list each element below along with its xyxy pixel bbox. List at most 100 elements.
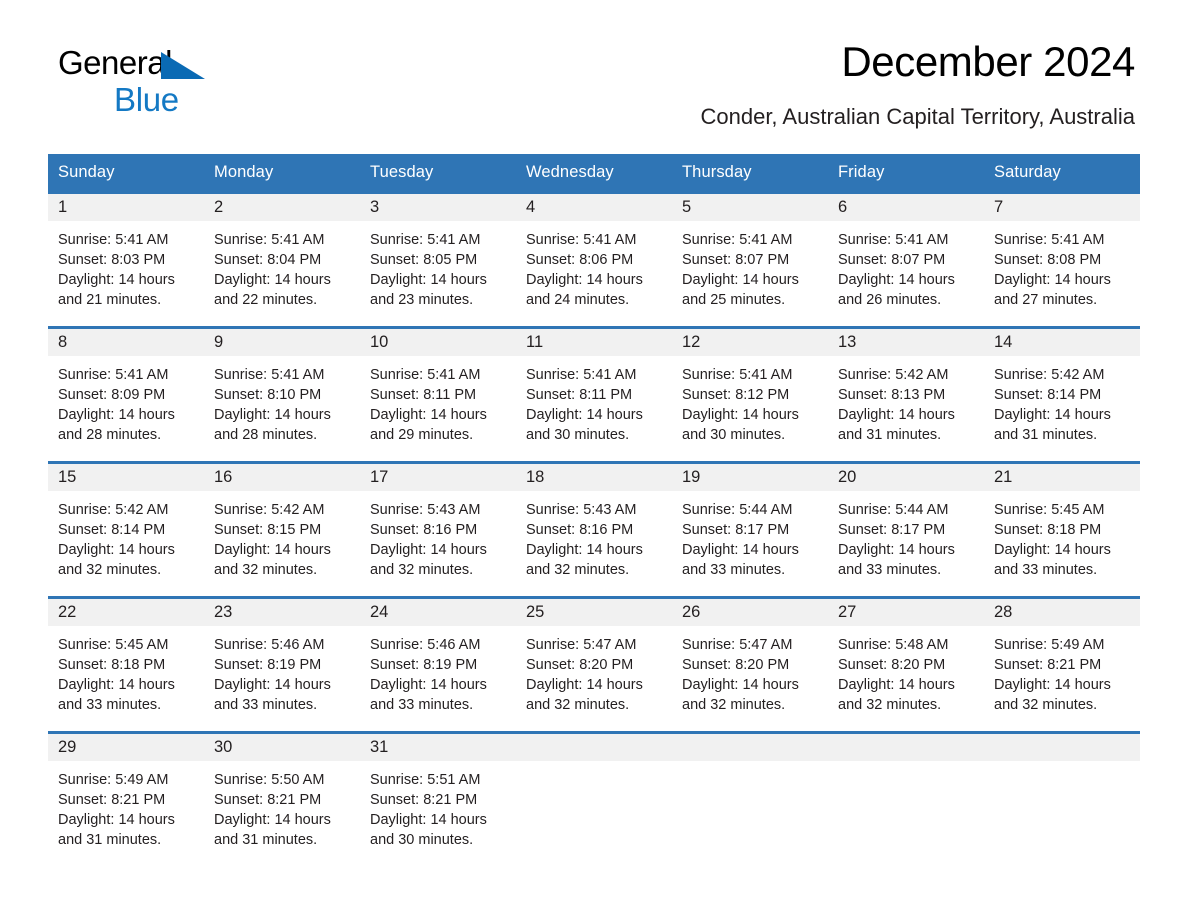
calendar-table: Sunday Monday Tuesday Wednesday Thursday… <box>48 154 1140 866</box>
day-number: 6 <box>828 194 984 221</box>
day-details: Sunrise: 5:41 AM Sunset: 8:07 PM Daylight:… <box>672 221 828 310</box>
sunrise-text: Sunrise: 5:41 AM <box>682 367 793 383</box>
daylight-text-line-2: and 24 minutes. <box>526 292 630 308</box>
sunset-text: Sunset: 8:11 PM <box>370 387 477 403</box>
daylight-text-line-1: Daylight: 14 hours <box>838 677 955 693</box>
daylight-text-line-2: and 32 minutes. <box>526 697 630 713</box>
sunset-text: Sunset: 8:11 PM <box>526 387 633 403</box>
calendar-day-cell[interactable]: 13 Sunrise: 5:42 AM Sunset: 8:13 PM Dayligh… <box>828 329 984 461</box>
calendar-day-cell[interactable]: 17 Sunrise: 5:43 AM Sunset: 8:16 PM Dayligh… <box>360 464 516 596</box>
sunrise-text: Sunrise: 5:47 AM <box>526 637 637 653</box>
calendar-page: General Blue December 2024 Conder, Austr… <box>0 0 1188 918</box>
daylight-text-line-2: and 29 minutes. <box>370 427 474 443</box>
calendar-day-cell[interactable]: 5 Sunrise: 5:41 AM Sunset: 8:07 PM Daylight… <box>672 194 828 326</box>
calendar-day-cell[interactable]: 1 Sunrise: 5:41 AM Sunset: 8:03 PM Daylight… <box>48 194 204 326</box>
day-number: 14 <box>984 329 1140 356</box>
calendar-day-cell[interactable]: 12 Sunrise: 5:41 AM Sunset: 8:12 PM Dayligh… <box>672 329 828 461</box>
daylight-text-line-1: Daylight: 14 hours <box>58 272 175 288</box>
sunset-text: Sunset: 8:08 PM <box>994 252 1102 268</box>
sunset-text: Sunset: 8:14 PM <box>994 387 1102 403</box>
daylight-text-line-1: Daylight: 14 hours <box>58 812 175 828</box>
calendar-day-cell[interactable]: 21 Sunrise: 5:45 AM Sunset: 8:18 PM Dayligh… <box>984 464 1140 596</box>
daylight-text-line-1: Daylight: 14 hours <box>526 272 643 288</box>
sunrise-text: Sunrise: 5:41 AM <box>526 232 637 248</box>
calendar-day-cell[interactable]: 26 Sunrise: 5:47 AM Sunset: 8:20 PM Dayligh… <box>672 599 828 731</box>
day-details: Sunrise: 5:45 AM Sunset: 8:18 PM Daylight:… <box>48 626 204 715</box>
daylight-text-line-1: Daylight: 14 hours <box>994 677 1111 693</box>
daylight-text-line-2: and 33 minutes. <box>370 697 474 713</box>
page-header: General Blue December 2024 Conder, Austr… <box>48 0 1140 129</box>
calendar-day-cell[interactable]: 30 Sunrise: 5:50 AM Sunset: 8:21 PM Dayligh… <box>204 734 360 866</box>
calendar-day-cell-empty <box>984 734 1140 866</box>
calendar-day-cell[interactable]: 11 Sunrise: 5:41 AM Sunset: 8:11 PM Dayligh… <box>516 329 672 461</box>
calendar-day-cell[interactable]: 7 Sunrise: 5:41 AM Sunset: 8:08 PM Daylight… <box>984 194 1140 326</box>
day-number: 19 <box>672 464 828 491</box>
calendar-day-cell[interactable]: 24 Sunrise: 5:46 AM Sunset: 8:19 PM Dayligh… <box>360 599 516 731</box>
calendar-week-row: 22 Sunrise: 5:45 AM Sunset: 8:18 PM Dayligh… <box>48 599 1140 731</box>
calendar-day-cell[interactable]: 27 Sunrise: 5:48 AM Sunset: 8:20 PM Dayligh… <box>828 599 984 731</box>
sunset-text: Sunset: 8:18 PM <box>58 657 166 673</box>
daylight-text-line-1: Daylight: 14 hours <box>682 272 799 288</box>
sunset-text: Sunset: 8:19 PM <box>370 657 478 673</box>
calendar-day-cell[interactable]: 19 Sunrise: 5:44 AM Sunset: 8:17 PM Dayligh… <box>672 464 828 596</box>
sunrise-text: Sunrise: 5:43 AM <box>526 502 637 518</box>
calendar-day-cell[interactable]: 8 Sunrise: 5:41 AM Sunset: 8:09 PM Daylight… <box>48 329 204 461</box>
calendar-day-cell[interactable]: 28 Sunrise: 5:49 AM Sunset: 8:21 PM Dayligh… <box>984 599 1140 731</box>
day-details: Sunrise: 5:49 AM Sunset: 8:21 PM Daylight:… <box>984 626 1140 715</box>
calendar-day-cell[interactable]: 15 Sunrise: 5:42 AM Sunset: 8:14 PM Dayligh… <box>48 464 204 596</box>
calendar-day-cell[interactable]: 6 Sunrise: 5:41 AM Sunset: 8:07 PM Daylight… <box>828 194 984 326</box>
day-number: 5 <box>672 194 828 221</box>
daylight-text-line-2: and 30 minutes. <box>526 427 630 443</box>
calendar-day-cell[interactable]: 25 Sunrise: 5:47 AM Sunset: 8:20 PM Dayligh… <box>516 599 672 731</box>
calendar-week-row: 8 Sunrise: 5:41 AM Sunset: 8:09 PM Daylight… <box>48 329 1140 461</box>
day-number: 11 <box>516 329 672 356</box>
general-blue-logo: General Blue <box>58 44 205 118</box>
calendar-day-cell[interactable]: 29 Sunrise: 5:49 AM Sunset: 8:21 PM Dayligh… <box>48 734 204 866</box>
day-number: 12 <box>672 329 828 356</box>
day-number: 23 <box>204 599 360 626</box>
logo-text-blue: Blue <box>114 81 179 118</box>
day-details: Sunrise: 5:48 AM Sunset: 8:20 PM Daylight:… <box>828 626 984 715</box>
sunset-text: Sunset: 8:16 PM <box>370 522 478 538</box>
calendar-day-cell[interactable]: 14 Sunrise: 5:42 AM Sunset: 8:14 PM Dayligh… <box>984 329 1140 461</box>
daylight-text-line-1: Daylight: 14 hours <box>994 407 1111 423</box>
daylight-text-line-1: Daylight: 14 hours <box>526 677 643 693</box>
day-details: Sunrise: 5:44 AM Sunset: 8:17 PM Daylight:… <box>672 491 828 580</box>
day-details: Sunrise: 5:44 AM Sunset: 8:17 PM Daylight:… <box>828 491 984 580</box>
calendar-day-cell[interactable]: 22 Sunrise: 5:45 AM Sunset: 8:18 PM Dayligh… <box>48 599 204 731</box>
calendar-day-cell[interactable]: 31 Sunrise: 5:51 AM Sunset: 8:21 PM Dayligh… <box>360 734 516 866</box>
calendar-day-cell[interactable]: 18 Sunrise: 5:43 AM Sunset: 8:16 PM Dayligh… <box>516 464 672 596</box>
calendar-day-cell[interactable]: 20 Sunrise: 5:44 AM Sunset: 8:17 PM Dayligh… <box>828 464 984 596</box>
weekday-header-monday: Monday <box>204 154 360 191</box>
daylight-text-line-1: Daylight: 14 hours <box>838 407 955 423</box>
page-subtitle: Conder, Australian Capital Territory, Au… <box>700 104 1135 129</box>
calendar-day-cell[interactable]: 3 Sunrise: 5:41 AM Sunset: 8:05 PM Daylight… <box>360 194 516 326</box>
day-number: 4 <box>516 194 672 221</box>
daylight-text-line-1: Daylight: 14 hours <box>370 812 487 828</box>
sunrise-text: Sunrise: 5:41 AM <box>838 232 949 248</box>
sunrise-text: Sunrise: 5:42 AM <box>214 502 325 518</box>
daylight-text-line-1: Daylight: 14 hours <box>58 407 175 423</box>
daylight-text-line-1: Daylight: 14 hours <box>994 272 1111 288</box>
sunset-text: Sunset: 8:10 PM <box>214 387 322 403</box>
day-number: 20 <box>828 464 984 491</box>
calendar-day-cell[interactable]: 23 Sunrise: 5:46 AM Sunset: 8:19 PM Dayligh… <box>204 599 360 731</box>
calendar-day-cell[interactable]: 9 Sunrise: 5:41 AM Sunset: 8:10 PM Daylight… <box>204 329 360 461</box>
sunset-text: Sunset: 8:20 PM <box>838 657 946 673</box>
daylight-text-line-1: Daylight: 14 hours <box>994 542 1111 558</box>
day-details: Sunrise: 5:46 AM Sunset: 8:19 PM Daylight:… <box>360 626 516 715</box>
sunrise-text: Sunrise: 5:41 AM <box>370 232 481 248</box>
calendar-day-cell[interactable]: 10 Sunrise: 5:41 AM Sunset: 8:11 PM Dayligh… <box>360 329 516 461</box>
calendar-day-cell[interactable]: 4 Sunrise: 5:41 AM Sunset: 8:06 PM Daylight… <box>516 194 672 326</box>
daylight-text-line-1: Daylight: 14 hours <box>838 542 955 558</box>
day-details: Sunrise: 5:49 AM Sunset: 8:21 PM Daylight:… <box>48 761 204 850</box>
day-number: 25 <box>516 599 672 626</box>
logo-text-general: General <box>58 44 172 81</box>
calendar-day-cell[interactable]: 2 Sunrise: 5:41 AM Sunset: 8:04 PM Daylight… <box>204 194 360 326</box>
calendar-day-cell[interactable]: 16 Sunrise: 5:42 AM Sunset: 8:15 PM Dayligh… <box>204 464 360 596</box>
weekday-header-friday: Friday <box>828 154 984 191</box>
sunrise-text: Sunrise: 5:46 AM <box>214 637 325 653</box>
sunset-text: Sunset: 8:14 PM <box>58 522 166 538</box>
daylight-text-line-1: Daylight: 14 hours <box>682 407 799 423</box>
calendar-week-row: 29 Sunrise: 5:49 AM Sunset: 8:21 PM Dayligh… <box>48 734 1140 866</box>
